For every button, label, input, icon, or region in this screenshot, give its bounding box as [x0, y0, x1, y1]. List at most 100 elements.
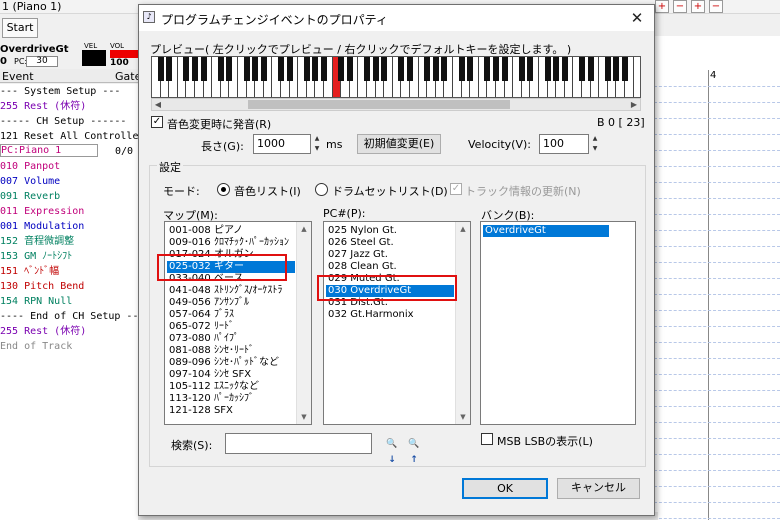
- list-item[interactable]: 065-072 ﾘｰﾄﾞ: [167, 321, 295, 333]
- zoom-out-icon[interactable]: −: [673, 0, 687, 13]
- list-item[interactable]: 001-008 ピアノ: [167, 225, 295, 237]
- event-row[interactable]: 091 Reverb: [0, 189, 138, 204]
- piano-key-black[interactable]: [553, 57, 560, 81]
- scroll-down-icon[interactable]: ▼: [456, 410, 470, 424]
- list-item[interactable]: 121-128 SFX: [167, 405, 295, 417]
- piano-key-black[interactable]: [406, 57, 413, 81]
- piano-key-black[interactable]: [363, 57, 370, 81]
- length-spinner[interactable]: ▲ ▼: [311, 134, 323, 154]
- ok-button[interactable]: OK: [462, 478, 548, 499]
- list-item[interactable]: 009-016 ｸﾛﾏﾁｯｸ･ﾊﾟｰｶｯｼｮﾝ: [167, 237, 295, 249]
- map-listbox[interactable]: ▲ ▼ 001-008 ピアノ 009-016 ｸﾛﾏﾁｯｸ･ﾊﾟｰｶｯｼｮﾝ 01…: [164, 221, 312, 425]
- list-item[interactable]: 041-048 ｽﾄﾘﾝｸﾞｽ/ｵｰｹｽﾄﾗ: [167, 285, 295, 297]
- piano-key-black[interactable]: [424, 57, 431, 81]
- piano-roll[interactable]: 4: [654, 70, 780, 520]
- zoom-out-vertical-icon[interactable]: −: [709, 0, 723, 13]
- play-on-change-checkbox[interactable]: ✓: [151, 116, 163, 128]
- preview-keyboard[interactable]: [151, 56, 641, 98]
- search-input[interactable]: [225, 433, 372, 454]
- event-row[interactable]: 255 Rest (休符): [0, 99, 138, 114]
- pc-scrollbar[interactable]: ▲ ▼: [455, 222, 470, 424]
- list-item[interactable]: 027 Jazz Gt.: [326, 249, 454, 261]
- event-row[interactable]: 151 ﾍﾞﾝﾄﾞ幅: [0, 264, 138, 279]
- event-row[interactable]: PC:Piano 1: [0, 144, 98, 157]
- start-button[interactable]: Start: [2, 18, 38, 38]
- list-item[interactable]: 049-056 ｱﾝｻﾝﾌﾞﾙ: [167, 297, 295, 309]
- scroll-down-icon[interactable]: ▼: [297, 410, 311, 424]
- msb-lsb-checkbox[interactable]: [481, 433, 493, 445]
- piano-key-black[interactable]: [252, 57, 259, 81]
- velocity-input[interactable]: 100: [539, 134, 589, 154]
- event-row[interactable]: 153 GM ﾉｰﾄｼﾌﾄ: [0, 249, 138, 264]
- piano-key-white[interactable]: [633, 57, 640, 97]
- list-item[interactable]: 113-120 ﾊﾟｰｶｯｼﾌﾞ: [167, 393, 295, 405]
- piano-key-black[interactable]: [604, 57, 611, 81]
- list-item[interactable]: 073-080 ﾊﾟｲﾌﾟ: [167, 333, 295, 345]
- bank-listbox[interactable]: OverdriveGt: [480, 221, 636, 425]
- piano-key-black[interactable]: [492, 57, 499, 81]
- piano-key-black[interactable]: [346, 57, 353, 81]
- piano-key-black[interactable]: [286, 57, 293, 81]
- piano-key-black[interactable]: [243, 57, 250, 81]
- length-input[interactable]: 1000: [253, 134, 311, 154]
- scroll-up-icon[interactable]: ▲: [456, 222, 470, 236]
- piano-key-black[interactable]: [338, 57, 345, 81]
- reset-default-button[interactable]: 初期値変更(E): [357, 134, 441, 154]
- event-row[interactable]: ----- CH Setup ------: [0, 114, 138, 129]
- piano-key-black[interactable]: [183, 57, 190, 81]
- list-item[interactable]: 028 Clean Gt.: [326, 261, 454, 273]
- list-item[interactable]: 081-088 ｼﾝｾ･ﾘｰﾄﾞ: [167, 345, 295, 357]
- search-up-icon[interactable]: 🔍↑: [405, 436, 423, 465]
- cancel-button[interactable]: キャンセル: [557, 478, 640, 499]
- close-button[interactable]: ✕: [623, 7, 651, 29]
- piano-key-black[interactable]: [166, 57, 173, 81]
- piano-key-black[interactable]: [217, 57, 224, 81]
- piano-key-black[interactable]: [578, 57, 585, 81]
- piano-key-black[interactable]: [458, 57, 465, 81]
- scroll-right-icon[interactable]: ▶: [628, 99, 640, 110]
- piano-key-black[interactable]: [320, 57, 327, 81]
- event-row[interactable]: 154 RPN Null: [0, 294, 138, 309]
- piano-key-black[interactable]: [432, 57, 439, 81]
- list-item[interactable]: 097-104 ｼﾝｾ SFX: [167, 369, 295, 381]
- piano-key-black[interactable]: [200, 57, 207, 81]
- event-row[interactable]: --- System Setup ---: [0, 84, 138, 99]
- piano-key-black[interactable]: [191, 57, 198, 81]
- list-item[interactable]: 105-112 ｴｽﾆｯｸなど: [167, 381, 295, 393]
- piano-key-black[interactable]: [260, 57, 267, 81]
- list-item[interactable]: 089-096 ｼﾝｾ･ﾊﾟｯﾄﾞなど: [167, 357, 295, 369]
- piano-key-black[interactable]: [561, 57, 568, 81]
- event-row[interactable]: End of Track: [0, 339, 138, 354]
- piano-key-black[interactable]: [372, 57, 379, 81]
- scroll-thumb[interactable]: [248, 100, 510, 109]
- list-item[interactable]: 026 Steel Gt.: [326, 237, 454, 249]
- search-down-icon[interactable]: 🔍↓: [383, 436, 401, 465]
- event-row[interactable]: 001 Modulation: [0, 219, 138, 234]
- event-row[interactable]: 010 Panpot: [0, 159, 138, 174]
- piano-key-black[interactable]: [303, 57, 310, 81]
- list-item[interactable]: 025 Nylon Gt.: [326, 225, 454, 237]
- piano-key-black[interactable]: [226, 57, 233, 81]
- piano-key-black[interactable]: [484, 57, 491, 81]
- event-row[interactable]: 255 Rest (休符): [0, 324, 138, 339]
- piano-key-black[interactable]: [544, 57, 551, 81]
- piano-key-black[interactable]: [621, 57, 628, 81]
- list-item[interactable]: 057-064 ﾌﾞﾗｽ: [167, 309, 295, 321]
- scroll-left-icon[interactable]: ◀: [152, 99, 164, 110]
- piano-key-black[interactable]: [501, 57, 508, 81]
- piano-key-black[interactable]: [312, 57, 319, 81]
- event-row[interactable]: 007 Volume: [0, 174, 138, 189]
- scroll-up-icon[interactable]: ▲: [297, 222, 311, 236]
- piano-key-black[interactable]: [467, 57, 474, 81]
- mode-tone-radio[interactable]: [217, 183, 230, 196]
- event-row[interactable]: 011 Expression: [0, 204, 138, 219]
- update-track-checkbox[interactable]: ✓: [450, 183, 462, 195]
- zoom-in-vertical-icon[interactable]: +: [691, 0, 705, 13]
- event-row[interactable]: 152 音程微調整: [0, 234, 138, 249]
- piano-key-black[interactable]: [398, 57, 405, 81]
- list-item[interactable]: OverdriveGt: [483, 225, 609, 237]
- event-row[interactable]: 130 Pitch Bend: [0, 279, 138, 294]
- keyboard-scrollbar[interactable]: ◀ ▶: [151, 98, 641, 111]
- piano-key-black[interactable]: [527, 57, 534, 81]
- event-row[interactable]: ---- End of CH Setup --: [0, 309, 138, 324]
